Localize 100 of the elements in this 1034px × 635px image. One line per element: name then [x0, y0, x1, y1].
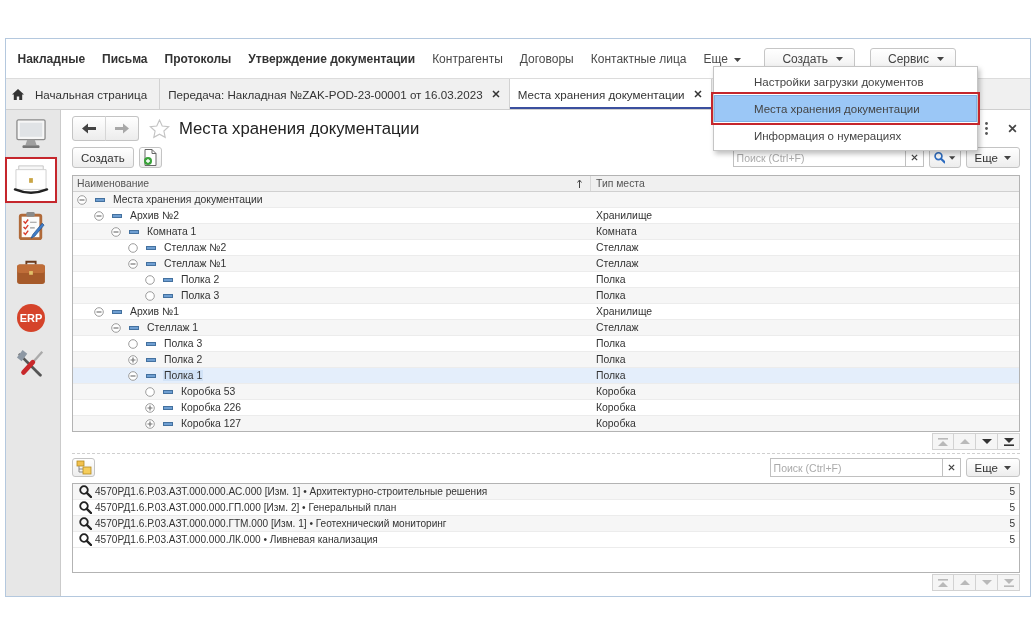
search-field[interactable]: Поиск (Ctrl+F): [769, 458, 942, 477]
tree-row[interactable]: Полка 1 Полка: [73, 368, 1019, 384]
menu-item[interactable]: Контактные лица: [582, 47, 695, 70]
tree-row[interactable]: Полка 2 Полка: [73, 352, 1019, 368]
collapse-icon[interactable]: [128, 370, 138, 381]
dash-icon: [146, 245, 156, 250]
menu-item[interactable]: Настройки загрузки документов: [714, 68, 977, 95]
scroll-button[interactable]: [998, 433, 1020, 450]
tree-row[interactable]: Полка 3 Полка: [73, 336, 1019, 352]
list-row[interactable]: 4570РД1.6.Р.03.АЗТ.000.000.ЛК.000 • Ливневая канализация 5: [73, 532, 1019, 548]
column-header[interactable]: Тип места: [590, 176, 1019, 191]
more-button[interactable]: Еще: [965, 147, 1020, 168]
tree-row[interactable]: Архив №2 Хранилище: [73, 208, 1019, 224]
column-header[interactable]: Наименование: [73, 176, 590, 191]
expand-icon[interactable]: [145, 402, 155, 413]
more-button[interactable]: Еще: [965, 458, 1020, 477]
table-cell-text: Полка: [595, 353, 627, 367]
list-row[interactable]: 4570РД1.6.Р.03.АЗТ.000.000.ГП.000 [Изм. 2] • Генеральный план 5: [73, 500, 1019, 516]
tree-node-label: Полка 1: [163, 370, 204, 381]
tree-row[interactable]: Полка 2 Полка: [73, 272, 1019, 288]
list-row[interactable]: 4570РД1.6.Р.03.АЗТ.000.000.ГТМ.000 [Изм. 1] • Геотехнический мониторинг 5: [73, 516, 1019, 532]
back-button[interactable]: [72, 116, 106, 141]
menu-item[interactable]: Информация о нумерациях: [714, 122, 977, 149]
folder-tree-button[interactable]: [72, 458, 95, 477]
menu-item[interactable]: Утверждение документации: [239, 47, 424, 70]
tab[interactable]: Начальная страница: [6, 79, 161, 109]
menu-item[interactable]: Протоколы: [156, 47, 240, 70]
home-icon: [12, 88, 24, 100]
round-logo: ERP: [17, 304, 45, 332]
star-icon[interactable]: [149, 118, 170, 139]
create-button[interactable]: Создать: [72, 147, 134, 168]
sort-up-icon: [577, 179, 582, 188]
caret-icon: [1004, 465, 1011, 470]
table-cell-text: Полка: [595, 337, 627, 351]
close-icon[interactable]: [491, 90, 500, 98]
add-document-button[interactable]: [138, 147, 162, 168]
circle-icon: [145, 290, 155, 301]
tree-node-label: Стеллаж №2: [163, 242, 228, 253]
close-icon[interactable]: [910, 154, 918, 161]
document-title: 4570РД1.6.Р.03.АЗТ.000.000.АС.000 [Изм. 1] • Архитектурно-строительные решения: [95, 486, 488, 497]
row-count: 5: [1009, 518, 1015, 529]
triangle-up-icon: [959, 580, 970, 585]
kebab-menu-icon[interactable]: [985, 122, 988, 135]
dash-icon: [129, 229, 139, 234]
more-menu[interactable]: Еще: [694, 47, 750, 70]
monitor-icon: [15, 119, 47, 149]
dash-icon: [163, 421, 173, 426]
row-count: 5: [1009, 534, 1015, 545]
tree-node-label: Места хранения документации: [112, 194, 264, 205]
tree-row[interactable]: Коробка 127 Коробка: [73, 416, 1019, 431]
dash-icon: [163, 277, 173, 282]
arrow-left-icon: [82, 123, 96, 134]
close-icon[interactable]: [947, 464, 955, 471]
tree-row[interactable]: Комната 1 Комната: [73, 224, 1019, 240]
tree-row[interactable]: Полка 3 Полка: [73, 288, 1019, 304]
tree-row[interactable]: Места хранения документации: [73, 192, 1019, 208]
expand-icon[interactable]: [128, 354, 138, 365]
collapse-icon[interactable]: [77, 194, 87, 205]
close-icon[interactable]: [693, 90, 702, 98]
close-icon[interactable]: [1008, 124, 1017, 133]
search-icon: [933, 151, 946, 164]
triangle-up-icon: [959, 439, 970, 444]
dash-icon: [163, 405, 173, 410]
table-cell-text: Стеллаж: [595, 241, 640, 255]
tree-row[interactable]: Коробка 53 Коробка: [73, 384, 1019, 400]
tree-node-label: Архив №1: [129, 306, 180, 317]
circle-icon: [128, 338, 138, 349]
magnifier-icon: [79, 485, 92, 498]
tree-row[interactable]: Стеллаж №2 Стеллаж: [73, 240, 1019, 256]
collapse-icon[interactable]: [128, 258, 138, 269]
menu-item[interactable]: Места хранения документации: [714, 95, 977, 122]
scroll-button[interactable]: [976, 433, 998, 450]
tree-row[interactable]: Стеллаж №1 Стеллаж: [73, 256, 1019, 272]
list-row[interactable]: 4570РД1.6.Р.03.АЗТ.000.000.АС.000 [Изм. 1] • Архитектурно-строительные решения 5: [73, 484, 1019, 500]
tree-row[interactable]: Архив №1 Хранилище: [73, 304, 1019, 320]
arrow-to-top-icon: [938, 437, 948, 446]
menu-item[interactable]: Контрагенты: [423, 47, 512, 70]
tree-row[interactable]: Коробка 226 Коробка: [73, 400, 1019, 416]
collapse-icon[interactable]: [94, 306, 104, 317]
sidebar-item[interactable]: [6, 158, 56, 202]
expand-icon[interactable]: [145, 418, 155, 429]
menu-item[interactable]: Накладные: [9, 47, 94, 70]
tree-row[interactable]: Стеллаж 1 Стеллаж: [73, 320, 1019, 336]
briefcase-icon: [16, 259, 46, 285]
tree-node-label: Стеллаж 1: [146, 322, 200, 333]
arrow-to-top-icon: [938, 578, 948, 587]
menu-item[interactable]: Письма: [93, 47, 157, 70]
menu-item[interactable]: Договоры: [511, 47, 583, 70]
dash-icon: [129, 325, 139, 330]
collapse-icon[interactable]: [111, 226, 121, 237]
collapse-icon[interactable]: [111, 322, 121, 333]
collapse-icon[interactable]: [94, 210, 104, 221]
tab[interactable]: Передача: Накладная №ZAK-POD-23-00001 от 16.03.2023: [160, 79, 510, 109]
tab[interactable]: Места хранения документации: [509, 79, 712, 109]
table-cell-text: Стеллаж: [595, 257, 640, 271]
sidebar-item[interactable]: ERP: [6, 296, 56, 340]
table-cell-text: Коробка: [595, 401, 637, 415]
dash-icon: [163, 389, 173, 394]
document-tray-icon: [12, 164, 50, 196]
row-count: 5: [1009, 502, 1015, 513]
